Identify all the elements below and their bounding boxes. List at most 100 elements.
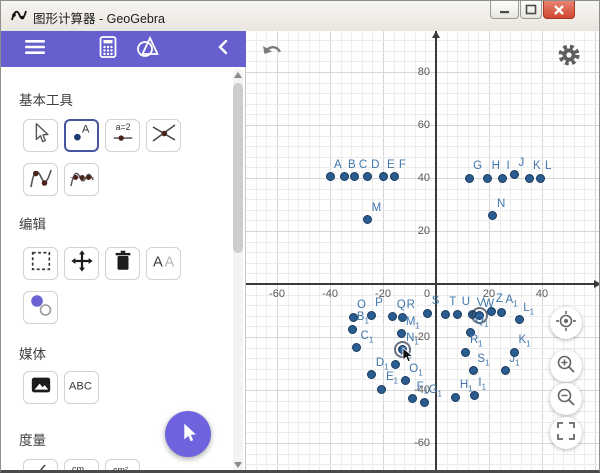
section-title: 基本工具 bbox=[19, 89, 73, 109]
graph-point[interactable] bbox=[408, 394, 417, 403]
point-label: N1 bbox=[406, 332, 419, 346]
point-label: D bbox=[371, 159, 379, 171]
tool-extremum-button[interactable] bbox=[23, 163, 58, 196]
tool-roots-button[interactable] bbox=[64, 163, 99, 196]
tool-style-button[interactable]: AA bbox=[146, 247, 181, 280]
point-label: E1 bbox=[386, 371, 398, 385]
point-label: O bbox=[357, 299, 366, 311]
tool-text-button[interactable]: ABC bbox=[64, 371, 99, 404]
fullscreen-icon bbox=[556, 421, 576, 446]
graph-point[interactable] bbox=[510, 348, 519, 357]
graph-point[interactable] bbox=[525, 174, 534, 183]
graph-point[interactable] bbox=[363, 215, 372, 224]
standard-view-button[interactable] bbox=[550, 307, 582, 339]
graph-point[interactable] bbox=[487, 307, 496, 316]
graph-point[interactable] bbox=[497, 308, 506, 317]
tool-slider-button[interactable]: a=2 bbox=[105, 119, 140, 152]
graph-point[interactable] bbox=[350, 172, 359, 181]
graph-point[interactable] bbox=[536, 174, 545, 183]
graph-point[interactable] bbox=[388, 312, 397, 321]
gear-icon bbox=[556, 42, 582, 73]
tool-image-button[interactable] bbox=[23, 371, 58, 404]
section-title: 度量 bbox=[19, 429, 46, 449]
tool-angle-button[interactable] bbox=[23, 459, 58, 473]
point-label: G1 bbox=[429, 384, 442, 398]
point-label: K bbox=[533, 160, 541, 172]
graph-point[interactable] bbox=[326, 172, 335, 181]
scrollbar-thumb[interactable] bbox=[233, 83, 243, 253]
extremum-tool-icon bbox=[28, 164, 54, 195]
tool-select-button[interactable] bbox=[23, 247, 58, 280]
maximize-button[interactable] bbox=[520, 1, 542, 19]
move-cursor-icon bbox=[29, 121, 53, 150]
tool-move-button[interactable] bbox=[23, 119, 58, 152]
zoom-in-button[interactable] bbox=[550, 350, 582, 382]
delete-tool-icon bbox=[112, 249, 134, 278]
graph-point[interactable] bbox=[515, 315, 524, 324]
graph-point[interactable] bbox=[470, 391, 479, 400]
point-label: R1 bbox=[470, 334, 483, 348]
graph-point[interactable] bbox=[352, 343, 361, 352]
point-label: G bbox=[473, 160, 482, 172]
tool-show-hide-button[interactable] bbox=[23, 291, 58, 324]
graph-point[interactable] bbox=[498, 174, 507, 183]
close-button[interactable] bbox=[543, 1, 575, 19]
graph-point[interactable] bbox=[469, 366, 478, 375]
settings-button[interactable] bbox=[556, 44, 582, 70]
hamburger-menu-icon bbox=[24, 38, 46, 61]
graph-point[interactable] bbox=[441, 310, 450, 319]
graph-point[interactable] bbox=[483, 174, 492, 183]
point-label: B bbox=[348, 159, 356, 171]
point-label: M bbox=[372, 202, 382, 214]
point-label: U bbox=[462, 296, 470, 308]
text-tool-icon: ABC bbox=[68, 377, 96, 398]
header-tab-collapse[interactable] bbox=[206, 35, 240, 63]
point-label: F1 bbox=[417, 381, 428, 395]
slider-tool-icon: a=2 bbox=[110, 121, 136, 150]
header-tab-tools-view[interactable] bbox=[131, 35, 165, 63]
graph-point[interactable] bbox=[363, 172, 372, 181]
minimize-button[interactable] bbox=[490, 1, 519, 19]
fullscreen-button[interactable] bbox=[550, 417, 582, 449]
collapse-panel-icon bbox=[216, 38, 230, 61]
graph-point[interactable] bbox=[367, 370, 376, 379]
tool-distance-button[interactable]: cm bbox=[64, 459, 99, 473]
tool-intersect-button[interactable] bbox=[146, 119, 181, 152]
x-axis-arrow bbox=[594, 280, 600, 288]
scroll-down-icon[interactable] bbox=[234, 462, 242, 468]
geometry-tools-icon bbox=[135, 35, 161, 64]
point-label: H bbox=[492, 160, 500, 172]
graph-point[interactable] bbox=[488, 211, 497, 220]
area-tool-icon: cm² bbox=[110, 460, 136, 473]
header-tab-menu[interactable] bbox=[18, 35, 52, 63]
graph-point[interactable] bbox=[420, 398, 429, 407]
tool-delete-button[interactable] bbox=[105, 247, 140, 280]
angle-tool-icon bbox=[28, 460, 54, 473]
tool-area-button[interactable]: cm² bbox=[105, 459, 140, 473]
graphics-view[interactable]: -60-40-20204080604020-20-40-600ABCDEFGHI… bbox=[246, 31, 600, 473]
graph-point[interactable] bbox=[501, 366, 510, 375]
header-tab-algebra-view[interactable] bbox=[91, 35, 125, 63]
graph-point[interactable] bbox=[340, 172, 349, 181]
graph-point[interactable] bbox=[348, 325, 357, 334]
tool-point-button[interactable]: A bbox=[64, 119, 99, 152]
point-label: Z bbox=[496, 293, 503, 305]
svg-text:cm²: cm² bbox=[113, 465, 128, 473]
geogebra-logo-icon bbox=[10, 7, 28, 25]
graph-point[interactable] bbox=[379, 172, 388, 181]
pointer-fab-button[interactable] bbox=[165, 411, 211, 457]
undo-button[interactable] bbox=[260, 44, 286, 70]
point-label: L1 bbox=[523, 302, 534, 316]
zoom-out-button[interactable] bbox=[550, 383, 582, 415]
zoom-in-icon bbox=[555, 353, 577, 380]
graph-point[interactable] bbox=[391, 360, 400, 369]
graph-point[interactable] bbox=[461, 348, 470, 357]
scroll-up-icon[interactable] bbox=[234, 72, 242, 78]
tool-translate-button[interactable] bbox=[64, 247, 99, 280]
graph-point[interactable] bbox=[453, 310, 462, 319]
graph-point[interactable] bbox=[377, 385, 386, 394]
point-label: A bbox=[334, 159, 342, 171]
sidebar-header bbox=[1, 31, 246, 67]
graph-point[interactable] bbox=[465, 174, 474, 183]
undo-icon bbox=[260, 44, 286, 71]
